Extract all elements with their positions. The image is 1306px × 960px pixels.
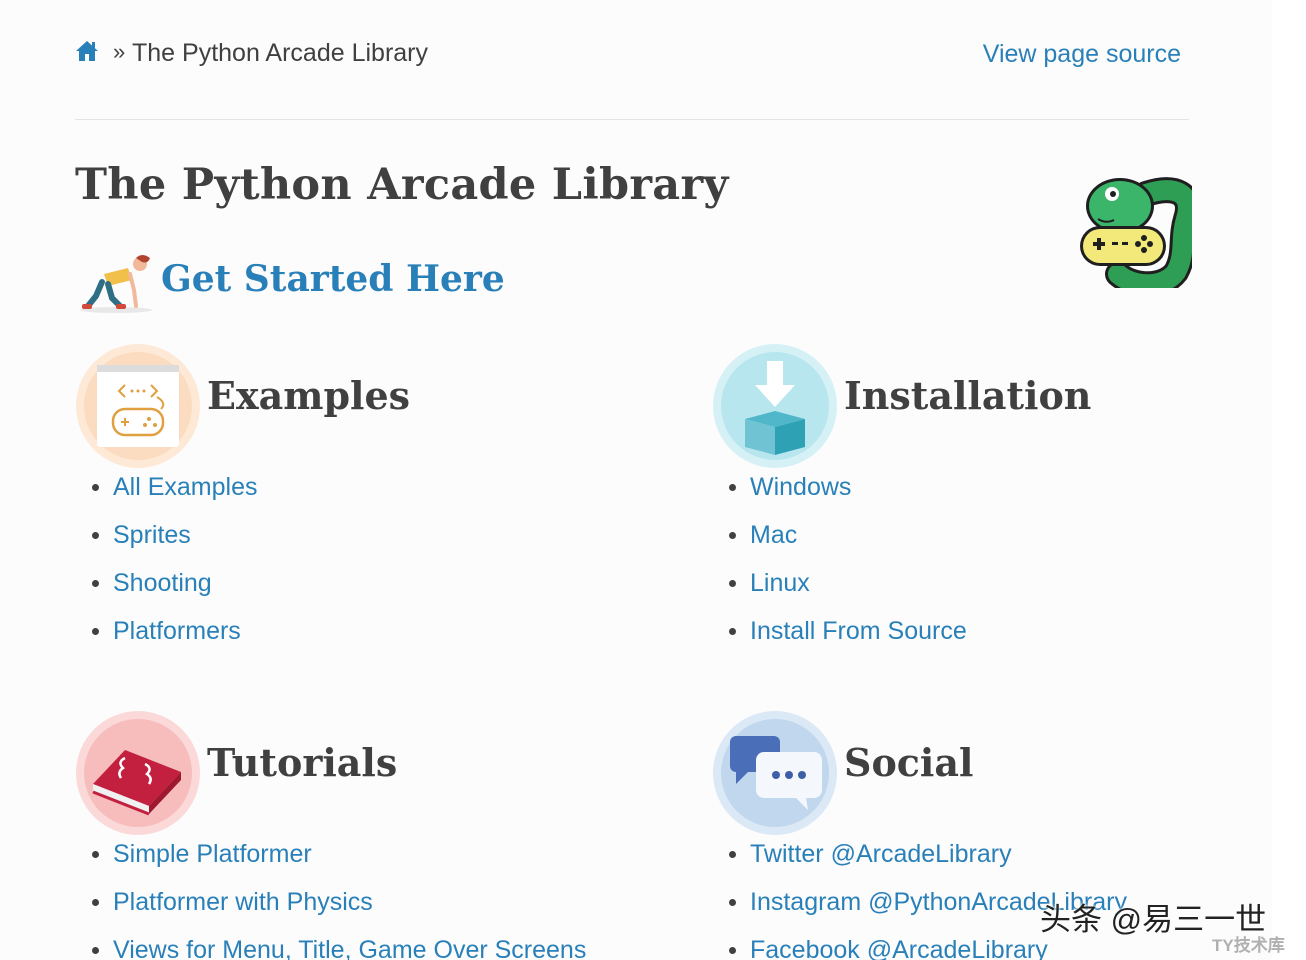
link-sprites[interactable]: Sprites: [113, 521, 191, 549]
link-shooting[interactable]: Shooting: [113, 569, 212, 597]
list-item: Simple Platformer: [91, 836, 586, 884]
get-started-label: Get Started Here: [161, 258, 505, 300]
link-platformer-physics[interactable]: Platformer with Physics: [113, 888, 373, 916]
code-gamepad-icon: [76, 344, 200, 468]
installation-list: Windows Mac Linux Install From Source: [712, 469, 967, 661]
link-install-from-source[interactable]: Install From Source: [750, 617, 967, 645]
list-item: Linux: [729, 565, 967, 613]
tutorials-list: Simple Platformer Platformer with Physic…: [75, 836, 586, 960]
list-item: Platformer with Physics: [91, 884, 586, 932]
examples-heading: Examples: [207, 373, 411, 418]
runner-icon: [80, 255, 152, 313]
link-views-menu[interactable]: Views for Menu, Title, Game Over Screens: [113, 936, 586, 960]
watermark-subtext: TY技术库: [1212, 936, 1285, 955]
link-platformers[interactable]: Platformers: [113, 617, 241, 645]
list-item: Install From Source: [729, 613, 967, 661]
list-item: All Examples: [92, 469, 258, 517]
link-simple-platformer[interactable]: Simple Platformer: [113, 840, 312, 868]
chat-bubbles-icon: [713, 711, 837, 835]
python-gamepad-mascot-icon: [1080, 177, 1192, 288]
breadcrumb: » The Python Arcade Library View page so…: [75, 36, 1189, 76]
link-twitter[interactable]: Twitter @ArcadeLibrary: [750, 840, 1012, 868]
list-item: Mac: [729, 517, 967, 565]
list-item: Windows: [729, 469, 967, 517]
breadcrumb-current: The Python Arcade Library: [132, 39, 428, 67]
list-item: Views for Menu, Title, Game Over Screens: [91, 932, 586, 960]
social-heading: Social: [844, 740, 974, 785]
link-windows[interactable]: Windows: [750, 473, 851, 501]
tutorials-heading: Tutorials: [207, 740, 398, 785]
list-item: Shooting: [92, 565, 258, 613]
breadcrumb-separator: »: [113, 39, 126, 64]
list-item: Twitter @ArcadeLibrary: [729, 836, 1127, 884]
download-box-icon: [713, 344, 837, 468]
home-icon: [76, 41, 98, 61]
installation-heading: Installation: [844, 373, 1092, 418]
header-divider: [75, 119, 1189, 120]
list-item: Sprites: [92, 517, 258, 565]
code-book-icon: [76, 711, 200, 835]
link-facebook[interactable]: Facebook @ArcadeLibrary: [750, 936, 1048, 960]
link-all-examples[interactable]: All Examples: [113, 473, 258, 501]
list-item: Platformers: [92, 613, 258, 661]
view-page-source-link[interactable]: View page source: [983, 40, 1181, 69]
docs-page: » The Python Arcade Library View page so…: [0, 0, 1285, 960]
link-mac[interactable]: Mac: [750, 521, 797, 549]
link-linux[interactable]: Linux: [750, 569, 810, 597]
page-title: The Python Arcade Library: [75, 160, 729, 210]
examples-list: All Examples Sprites Shooting Platformer…: [75, 469, 258, 661]
